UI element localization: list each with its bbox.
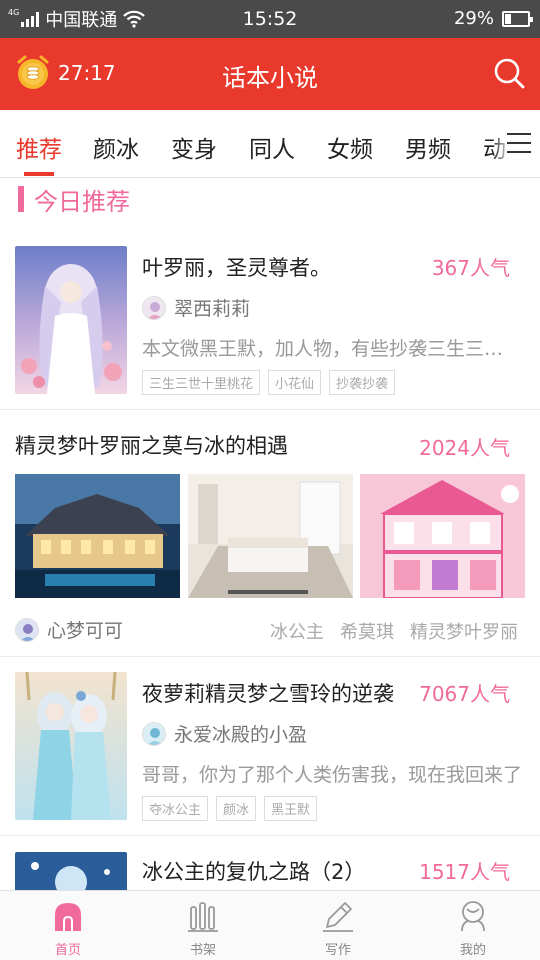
battery-icon	[502, 10, 533, 27]
divider	[0, 835, 540, 836]
book-author[interactable]: 翠西莉莉	[142, 294, 250, 321]
book-cover	[15, 852, 127, 890]
nav-write[interactable]: 写作	[288, 899, 388, 958]
book-description: 本文微黑王默，加人物，有些抄袭三生三世十里桃花	[142, 338, 522, 360]
nav-label: 首页	[54, 943, 81, 958]
gallery-image	[188, 474, 353, 598]
status-right: 29%	[453, 8, 533, 29]
book-title: 夜萝莉精灵梦之雪玲的逆袭	[142, 682, 394, 706]
book-item[interactable]: 叶罗丽，圣灵尊者。 367人气 翠西莉莉 本文微黑王默，加人物，有些抄袭三生三世…	[0, 246, 540, 408]
popularity-count: 2024人气	[419, 436, 510, 460]
tab-female[interactable]: 女频	[327, 130, 373, 164]
author-name: 永爱冰殿的小盈	[174, 724, 308, 746]
nav-label: 我的	[459, 943, 486, 958]
section-title: 今日推荐	[34, 187, 130, 216]
tag[interactable]: 希莫琪	[340, 618, 394, 644]
tab-male[interactable]: 男频	[405, 130, 451, 164]
tab-fanfic[interactable]: 同人	[249, 130, 295, 164]
book-author[interactable]: 心梦可可	[15, 616, 123, 643]
status-bar: 4G 中国联通 15:52 29%	[0, 0, 540, 38]
bottom-navigation: 首页 书架 写作 我的	[0, 890, 540, 960]
nav-profile[interactable]: 我的	[423, 899, 523, 958]
book-description: 哥哥，你为了那个人类伤害我，现在我回来了	[142, 764, 522, 786]
book-title: 冰公主的复仇之路（2）	[142, 860, 366, 884]
gallery-image	[360, 474, 525, 598]
tag[interactable]: 三生三世十里桃花	[142, 370, 261, 395]
book-item[interactable]: 夜萝莉精灵梦之雪玲的逆袭 7067人气 永爱冰殿的小盈 哥哥，你为了那个人类伤害…	[0, 672, 540, 834]
book-cover	[15, 672, 127, 820]
book-item[interactable]: 冰公主的复仇之路（2） 1517人气	[0, 852, 540, 890]
profile-icon	[461, 901, 485, 932]
menu-icon[interactable]	[506, 132, 532, 154]
tab-recommend[interactable]: 推荐	[16, 130, 62, 164]
nav-bookshelf[interactable]: 书架	[153, 899, 253, 958]
avatar	[142, 721, 166, 746]
tag[interactable]: 黑王默	[264, 796, 318, 821]
tag[interactable]: 小花仙	[268, 370, 322, 395]
gallery-image	[15, 474, 180, 598]
author-name: 翠西莉莉	[174, 298, 251, 320]
avatar	[142, 295, 166, 320]
nav-label: 书架	[189, 943, 216, 958]
active-tab-indicator	[24, 172, 54, 176]
divider	[0, 409, 540, 410]
book-tags: 夺冰公主 颜冰 黑王默	[142, 796, 325, 821]
nav-label: 写作	[324, 943, 351, 958]
avatar	[15, 617, 39, 642]
bookshelf-icon	[188, 902, 218, 932]
book-tags: 三生三世十里桃花 小花仙 抄袭抄袭	[142, 370, 403, 395]
book-cover	[15, 246, 127, 394]
popularity-count: 7067人气	[419, 682, 510, 706]
book-author[interactable]: 永爱冰殿的小盈	[142, 720, 307, 747]
tag[interactable]: 颜冰	[216, 796, 257, 821]
app-title: 话本小说	[222, 64, 318, 92]
book-title: 精灵梦叶罗丽之莫与冰的相遇	[15, 434, 288, 458]
divider	[0, 656, 540, 657]
tag[interactable]: 抄袭抄袭	[329, 370, 396, 395]
popularity-count: 1517人气	[419, 860, 510, 884]
app-bar: 27:17 话本小说	[0, 38, 540, 110]
nav-home[interactable]: 首页	[18, 899, 118, 958]
section-header: 今日推荐	[18, 184, 130, 216]
tag[interactable]: 精灵梦叶罗丽	[410, 618, 518, 644]
book-title: 叶罗丽，圣灵尊者。	[142, 256, 331, 280]
tab-transform[interactable]: 变身	[171, 130, 217, 164]
tab-yanbing[interactable]: 颜冰	[93, 130, 139, 164]
section-accent	[18, 186, 24, 212]
search-icon[interactable]	[492, 56, 526, 90]
home-icon	[55, 903, 81, 931]
book-tags: 冰公主 希莫琪 精灵梦叶罗丽	[254, 618, 518, 644]
category-tabs: 推荐 颜冰 变身 同人 女频 男频 动	[0, 110, 540, 178]
tag[interactable]: 冰公主	[270, 618, 324, 644]
popularity-count: 367人气	[431, 256, 510, 280]
battery-percent: 29%	[453, 8, 494, 29]
pen-icon	[323, 902, 353, 932]
tag[interactable]: 夺冰公主	[142, 796, 209, 821]
author-name: 心梦可可	[47, 620, 124, 642]
